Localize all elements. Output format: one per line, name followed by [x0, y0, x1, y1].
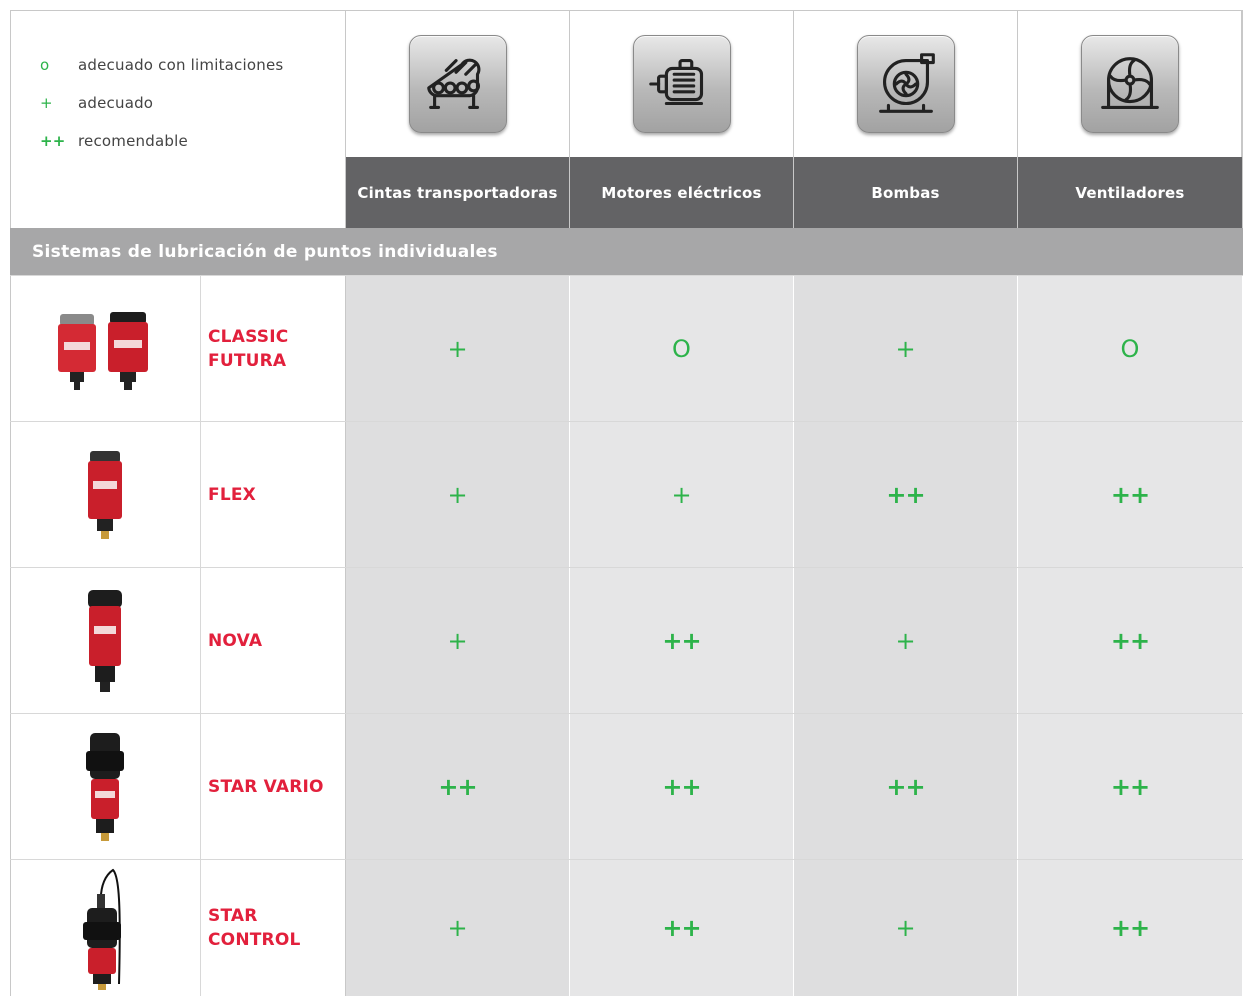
table-row: CLASSIC FUTURA + O + O	[10, 275, 1243, 421]
product-name-line: STAR	[208, 906, 258, 926]
rating-cell: ++	[794, 422, 1018, 567]
rating-cell: ++	[1018, 422, 1243, 567]
rating-cell: ++	[570, 860, 794, 996]
pump-icon	[856, 34, 955, 133]
fan-icon	[1081, 34, 1179, 133]
product-name: FLEX	[201, 422, 346, 567]
rating-cell: ++	[1018, 860, 1243, 996]
table-row: NOVA + ++ + ++	[10, 567, 1243, 713]
star-vario-lubricator-image	[10, 714, 201, 859]
rating-cell: ++	[570, 568, 794, 713]
table-row: STAR VARIO ++ ++ ++ ++	[10, 713, 1243, 859]
rating-cell: O	[1018, 276, 1243, 421]
rating-cell: +	[794, 276, 1018, 421]
rating-cell: ++	[1018, 568, 1243, 713]
flex-lubricator-image	[10, 422, 201, 567]
product-name-line: FLEX	[208, 484, 256, 505]
column-icon-cell	[570, 10, 794, 157]
rating-cell: ++	[794, 714, 1018, 859]
table-row: FLEX + + ++ ++	[10, 421, 1243, 567]
column-header: Bombas	[794, 157, 1018, 228]
legend-label: adecuado con limitaciones	[78, 56, 284, 74]
product-name-line: NOVA	[208, 630, 263, 651]
legend: o adecuado con limitaciones + adecuado +…	[10, 10, 346, 228]
legend-label: adecuado	[78, 94, 154, 112]
product-name: STAR CONTROL	[201, 860, 346, 996]
rating-cell: +	[346, 276, 570, 421]
rating-cell: +	[346, 860, 570, 996]
rating-cell: ++	[346, 714, 570, 859]
section-title: Sistemas de lubricación de puntos indivi…	[10, 228, 1243, 275]
classic-futura-lubricator-image	[10, 276, 201, 421]
product-name-line: CONTROL	[208, 930, 301, 950]
nova-lubricator-image	[10, 568, 201, 713]
product-name: CLASSIC FUTURA	[201, 276, 346, 421]
rating-cell: +	[570, 422, 794, 567]
rating-cell: ++	[1018, 714, 1243, 859]
column-icon-cell	[794, 10, 1018, 157]
product-name: STAR VARIO	[201, 714, 346, 859]
table-row: STAR CONTROL + ++ + ++	[10, 859, 1243, 996]
rating-cell: +	[346, 422, 570, 567]
rating-cell: +	[794, 568, 1018, 713]
conveyor-belt-icon	[408, 34, 507, 133]
legend-item: o adecuado con limitaciones	[40, 56, 283, 74]
legend-label: recomendable	[78, 132, 188, 150]
product-name-line: CLASSIC	[208, 326, 289, 347]
electric-motor-icon	[632, 34, 731, 133]
rating-cell: +	[346, 568, 570, 713]
rating-cell: +	[794, 860, 1018, 996]
star-control-lubricator-image	[10, 860, 201, 996]
legend-item: ++ recomendable	[40, 132, 188, 150]
legend-symbol: +	[40, 94, 53, 112]
legend-symbol: o	[40, 56, 50, 74]
column-icon-cell	[1018, 10, 1243, 157]
column-header: Motores eléctricos	[570, 157, 794, 228]
legend-symbol: ++	[40, 132, 66, 150]
column-icon-cell	[346, 10, 570, 157]
product-name: NOVA	[201, 568, 346, 713]
product-name-line: FUTURA	[208, 350, 287, 371]
rating-cell: O	[570, 276, 794, 421]
column-header: Cintas transportadoras	[346, 157, 570, 228]
legend-item: + adecuado	[40, 94, 153, 112]
product-name-line: STAR VARIO	[208, 776, 324, 797]
rating-cell: ++	[570, 714, 794, 859]
column-header: Ventiladores	[1018, 157, 1243, 228]
